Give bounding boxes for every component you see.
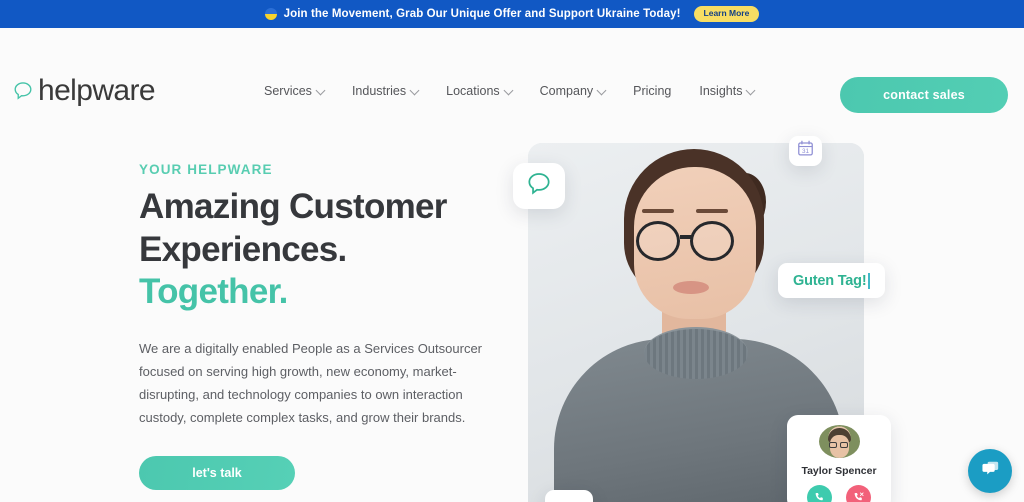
phone-accept-icon[interactable] xyxy=(807,485,832,502)
nav-item-insights[interactable]: Insights xyxy=(699,84,756,98)
contact-name: Taylor Spencer xyxy=(801,465,877,477)
contact-sales-button[interactable]: contact sales xyxy=(840,77,1008,113)
chevron-down-icon xyxy=(315,85,326,95)
ukraine-flag-icon xyxy=(264,8,277,20)
hero-copy: YOUR HELPWARE Amazing Customer Experienc… xyxy=(139,162,509,490)
nav-label: Company xyxy=(539,84,594,98)
chat-icon-card xyxy=(513,163,565,209)
nav-label: Locations xyxy=(446,84,500,98)
promo-banner: Join the Movement, Grab Our Unique Offer… xyxy=(0,0,1024,28)
svg-text:31: 31 xyxy=(802,148,810,155)
bottom-floating-card xyxy=(545,490,593,502)
calendar-card: 31 xyxy=(789,136,822,166)
site-header: helpware Services Industries Locations C… xyxy=(0,28,1024,113)
text-cursor-icon xyxy=(868,272,870,289)
promo-banner-text: Join the Movement, Grab Our Unique Offer… xyxy=(283,8,681,20)
nav-label: Insights xyxy=(699,84,743,98)
nav-item-pricing[interactable]: Pricing xyxy=(633,84,671,98)
chevron-down-icon xyxy=(503,85,514,95)
nav-item-company[interactable]: Company xyxy=(539,84,607,98)
calendar-icon: 31 xyxy=(796,139,815,163)
nav-item-industries[interactable]: Industries xyxy=(351,84,420,98)
hero-title-line-2: Experiences. xyxy=(139,229,347,269)
hero-title-line-3: Together. xyxy=(139,272,288,312)
chevron-down-icon xyxy=(746,85,756,95)
eyeglasses-right xyxy=(690,221,734,261)
nav-item-locations[interactable]: Locations xyxy=(446,84,514,98)
hero-paragraph: We are a digitally enabled People as a S… xyxy=(139,341,483,426)
main-navigation: Services Industries Locations Company Pr… xyxy=(264,84,756,98)
nav-label: Pricing xyxy=(633,84,672,98)
learn-more-button[interactable]: Learn More xyxy=(693,6,760,22)
incoming-call-card: Taylor Spencer xyxy=(787,415,891,502)
speech-bubble-icon xyxy=(12,80,34,102)
avatar xyxy=(818,425,860,458)
hero-title-line-1: Amazing Customer xyxy=(139,187,447,226)
speech-bubble-icon xyxy=(525,170,553,203)
greeting-message-card: Guten Tag! xyxy=(778,263,885,298)
phone-decline-icon[interactable] xyxy=(846,485,871,502)
nav-label: Industries xyxy=(351,84,407,98)
call-actions xyxy=(807,485,871,502)
greeting-text: Guten Tag! xyxy=(793,272,867,289)
nav-label: Services xyxy=(264,84,312,98)
lets-talk-button[interactable]: let's talk xyxy=(139,455,295,490)
logo-text: helpware xyxy=(38,74,156,107)
page-root: Join the Movement, Grab Our Unique Offer… xyxy=(0,0,1024,502)
nav-item-services[interactable]: Services xyxy=(264,84,326,98)
eyeglasses-left xyxy=(636,221,680,261)
chat-widget-button[interactable] xyxy=(968,449,1012,493)
hero-eyebrow: YOUR HELPWARE xyxy=(139,162,273,177)
page-title: Amazing Customer Experiences. Together. xyxy=(139,186,509,314)
chevron-down-icon xyxy=(596,85,607,95)
chat-bubbles-icon xyxy=(979,457,1002,485)
chevron-down-icon xyxy=(409,85,420,95)
logo-link[interactable]: helpware xyxy=(12,74,156,107)
